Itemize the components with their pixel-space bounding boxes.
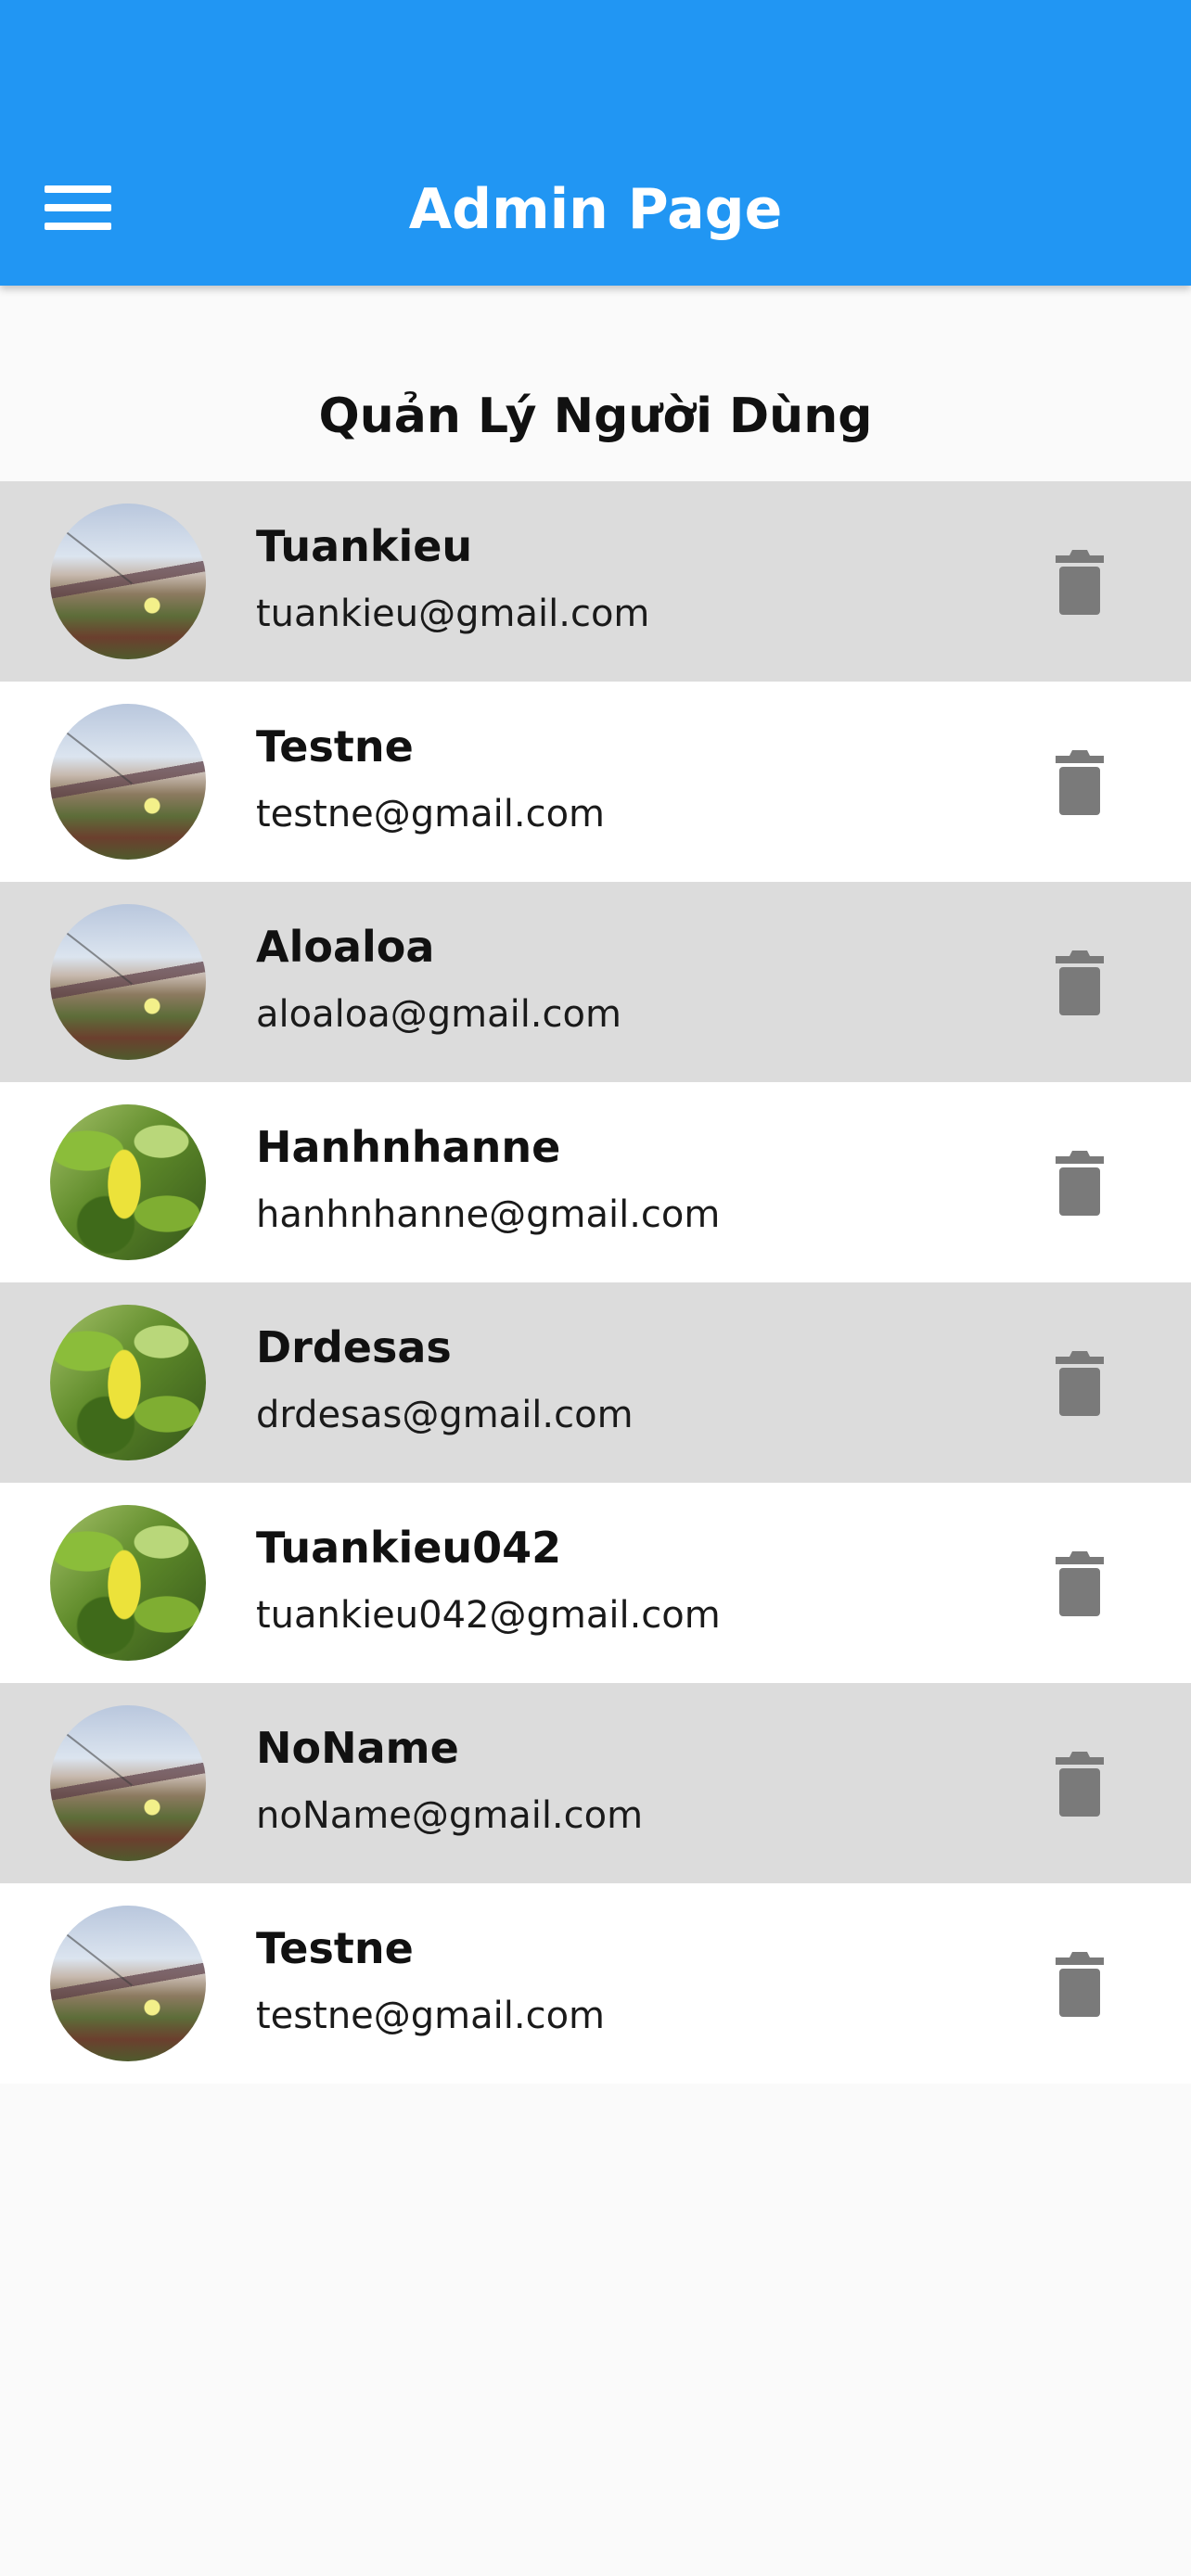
trash-icon	[1056, 1151, 1104, 1216]
avatar	[50, 504, 206, 659]
user-email: testne@gmail.com	[256, 793, 606, 835]
user-email: noName@gmail.com	[256, 1794, 644, 1837]
user-email: aloaloa@gmail.com	[256, 993, 621, 1036]
user-list: Tuankieu tuankieu@gmail.com Testne testn…	[0, 481, 1191, 2084]
avatar	[50, 1906, 206, 2061]
delete-user-button[interactable]	[1052, 1149, 1108, 1216]
delete-user-button[interactable]	[1052, 1950, 1108, 2017]
user-row[interactable]: Tuankieu042 tuankieu042@gmail.com	[0, 1483, 1191, 1683]
user-name: Drdesas	[256, 1322, 452, 1372]
delete-user-button[interactable]	[1052, 548, 1108, 615]
trash-icon	[1056, 1351, 1104, 1416]
trash-icon	[1056, 1752, 1104, 1817]
app-title: Admin Page	[408, 177, 783, 242]
delete-user-button[interactable]	[1052, 949, 1108, 1015]
app-bar: Admin Page	[0, 0, 1191, 286]
delete-user-button[interactable]	[1052, 1349, 1108, 1416]
avatar	[50, 1505, 206, 1661]
user-name: Tuankieu	[256, 521, 473, 571]
user-name: Testne	[256, 721, 414, 772]
avatar	[50, 1104, 206, 1260]
user-name: Aloaloa	[256, 922, 435, 972]
user-email: testne@gmail.com	[256, 1995, 606, 2037]
avatar	[50, 704, 206, 860]
user-row[interactable]: Hanhnhanne hanhnhanne@gmail.com	[0, 1082, 1191, 1282]
trash-icon	[1056, 750, 1104, 815]
delete-user-button[interactable]	[1052, 748, 1108, 815]
user-email: tuankieu042@gmail.com	[256, 1594, 721, 1637]
user-row[interactable]: Aloaloa aloaloa@gmail.com	[0, 882, 1191, 1082]
delete-user-button[interactable]	[1052, 1549, 1108, 1616]
user-row[interactable]: Drdesas drdesas@gmail.com	[0, 1282, 1191, 1483]
avatar	[50, 1305, 206, 1460]
user-row[interactable]: Testne testne@gmail.com	[0, 682, 1191, 882]
trash-icon	[1056, 950, 1104, 1015]
user-name: Hanhnhanne	[256, 1122, 561, 1172]
user-name: Tuankieu042	[256, 1523, 562, 1573]
user-row[interactable]: Tuankieu tuankieu@gmail.com	[0, 481, 1191, 682]
user-email: tuankieu@gmail.com	[256, 593, 650, 635]
avatar	[50, 1705, 206, 1861]
user-email: drdesas@gmail.com	[256, 1394, 634, 1436]
trash-icon	[1056, 1952, 1104, 2017]
trash-icon	[1056, 1551, 1104, 1616]
page-heading: Quản Lý Người Dùng	[318, 388, 873, 444]
trash-icon	[1056, 550, 1104, 615]
user-name: NoName	[256, 1723, 459, 1773]
user-row[interactable]: NoName noName@gmail.com	[0, 1683, 1191, 1883]
delete-user-button[interactable]	[1052, 1750, 1108, 1817]
user-email: hanhnhanne@gmail.com	[256, 1193, 721, 1236]
user-row[interactable]: Testne testne@gmail.com	[0, 1883, 1191, 2084]
user-name: Testne	[256, 1923, 414, 1973]
avatar	[50, 904, 206, 1060]
